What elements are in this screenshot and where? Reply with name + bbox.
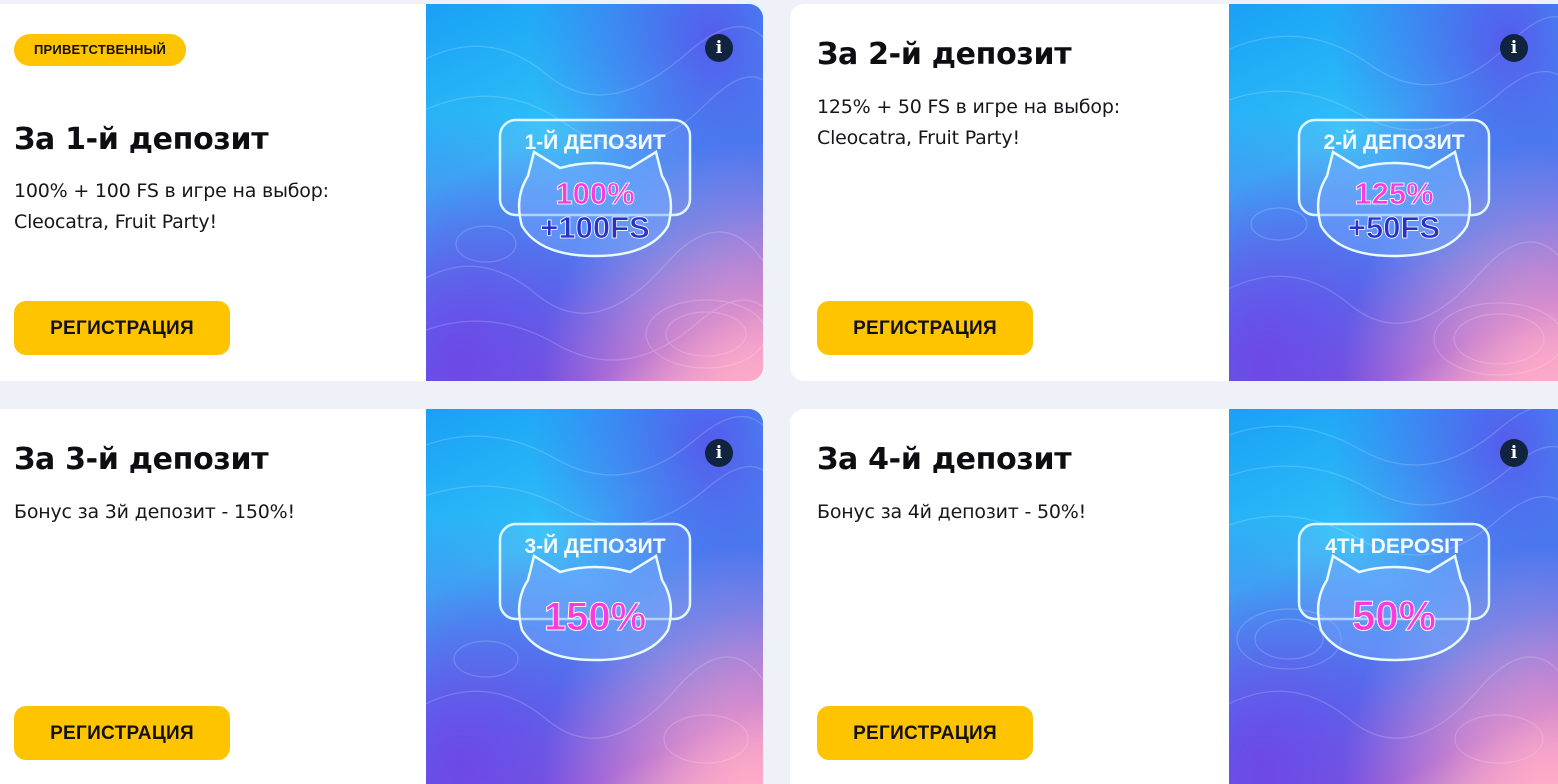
card-title: За 2-й депозит: [817, 37, 1072, 72]
emblem-value-percent: 50%: [1351, 592, 1435, 639]
deposit-emblem: 3-Й ДЕПОЗИТ 150%: [498, 522, 691, 661]
register-button[interactable]: РЕГИСТРАЦИЯ: [14, 301, 230, 355]
card-title: За 1-й депозит: [14, 122, 269, 157]
card-description: 125% + 50 FS в игре на выбор: Cleocatra,…: [817, 96, 1120, 149]
card-description: Бонус за 4й депозит - 50%!: [817, 501, 1087, 523]
card-title: За 3-й депозит: [14, 442, 269, 477]
register-button[interactable]: РЕГИСТРАЦИЯ: [817, 301, 1033, 355]
welcome-badge: ПРИВЕТСТВЕННЫЙ: [14, 34, 187, 66]
bonus-artwork: i 3-Й ДЕПОЗИТ 150%: [426, 409, 763, 784]
bonus-card-4: За 4-й депозит Бонус за 4й депозит - 50%…: [790, 409, 1558, 784]
info-icon[interactable]: i: [1500, 34, 1528, 62]
bonus-artwork: i 4TH DEPOSIT 50%: [1229, 409, 1558, 784]
card-title: За 4-й депозит: [817, 442, 1072, 477]
emblem-value-fs: +50FS: [1347, 210, 1439, 245]
emblem-value-fs: +100FS: [540, 210, 649, 245]
bonus-card-1: ПРИВЕТСТВЕННЫЙ За 1-й депозит 100% + 100…: [0, 4, 763, 381]
emblem-value-percent: 100%: [555, 176, 634, 211]
bonus-card-2: За 2-й депозит 125% + 50 FS в игре на вы…: [790, 4, 1558, 381]
deposit-emblem: 4TH DEPOSIT 50%: [1297, 522, 1490, 661]
card-description: 100% + 100 FS в игре на выбор: Cleocatra…: [14, 180, 329, 233]
emblem-label: 1-Й ДЕПОЗИТ: [524, 130, 665, 154]
register-button[interactable]: РЕГИСТРАЦИЯ: [817, 706, 1033, 760]
info-icon[interactable]: i: [705, 34, 733, 62]
info-icon[interactable]: i: [705, 439, 733, 467]
bonus-artwork: i 1-Й ДЕПОЗИТ 100% +100FS: [426, 4, 763, 381]
emblem-label: 3-Й ДЕПОЗИТ: [524, 534, 665, 558]
bonus-card-3: За 3-й депозит Бонус за 3й депозит - 150…: [0, 409, 763, 784]
emblem-value-percent: 125%: [1354, 176, 1433, 211]
emblem-value-percent: 150%: [543, 595, 645, 639]
emblem-label: 4TH DEPOSIT: [1325, 535, 1463, 558]
card-description: Бонус за 3й депозит - 150%!: [14, 501, 295, 523]
deposit-emblem: 2-Й ДЕПОЗИТ 125% +50FS: [1297, 118, 1490, 257]
deposit-emblem: 1-Й ДЕПОЗИТ 100% +100FS: [498, 118, 691, 257]
bonus-artwork: i 2-Й ДЕПОЗИТ 125% +50FS: [1229, 4, 1558, 381]
register-button[interactable]: РЕГИСТРАЦИЯ: [14, 706, 230, 760]
info-icon[interactable]: i: [1500, 439, 1528, 467]
emblem-label: 2-Й ДЕПОЗИТ: [1323, 130, 1464, 154]
